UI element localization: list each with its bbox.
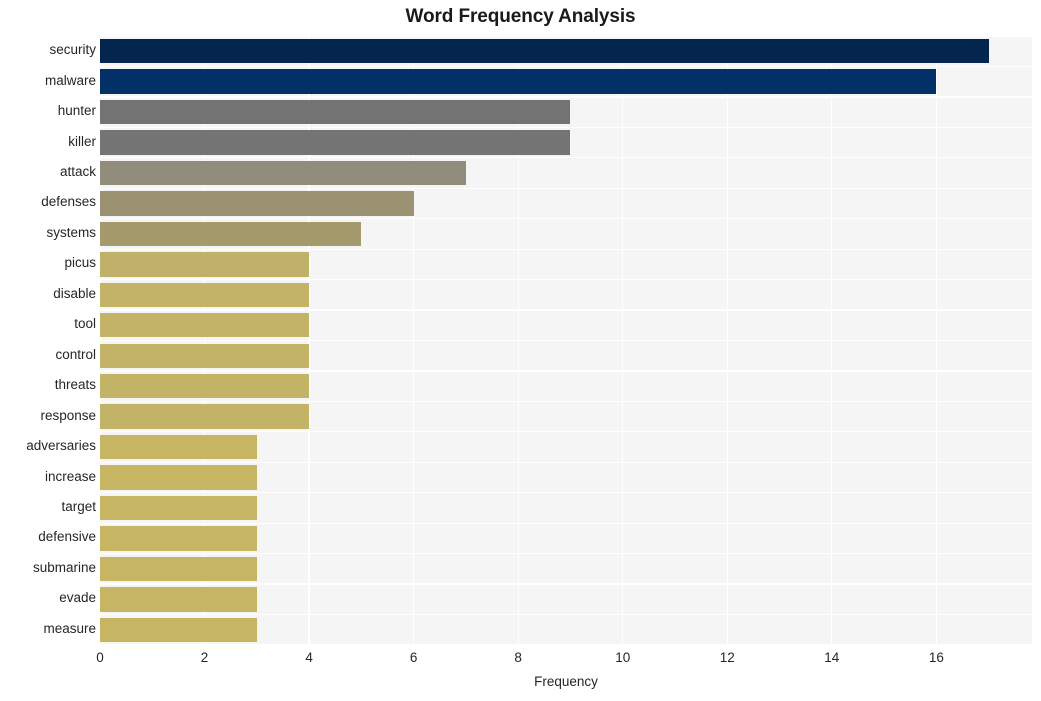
- bar: [100, 495, 257, 521]
- bar: [100, 556, 257, 582]
- bar: [100, 373, 310, 399]
- plot-area: [99, 35, 1032, 646]
- y-axis-label: tool: [74, 316, 96, 332]
- bar: [100, 282, 310, 307]
- bar: [100, 160, 466, 186]
- bar: [100, 69, 937, 94]
- y-axis-label: submarine: [32, 559, 96, 575]
- y-axis-label: increase: [44, 468, 96, 484]
- x-axis-tick-labels: 0 2 4 6 8 10 12 14 16: [0, 645, 1041, 671]
- chart-title: Word Frequency Analysis: [405, 6, 636, 27]
- y-axis-label: attack: [59, 164, 96, 180]
- bar: [100, 465, 257, 490]
- bar: [100, 130, 571, 155]
- x-axis-tick-label: 8: [514, 650, 522, 665]
- x-axis-tick-label: 16: [928, 650, 944, 665]
- bar: [100, 313, 310, 338]
- bar: [100, 617, 257, 642]
- y-axis-label: disable: [53, 285, 96, 301]
- y-axis-label: killer: [68, 133, 96, 149]
- x-axis-tick-label: 6: [409, 650, 418, 665]
- bar: [100, 587, 257, 612]
- y-axis-label: picus: [64, 255, 96, 271]
- x-axis-tick-label: 10: [615, 650, 631, 665]
- bar: [100, 404, 310, 429]
- x-axis-tick-label: 4: [305, 650, 313, 665]
- bar: [100, 221, 362, 247]
- y-axis-label: hunter: [57, 103, 96, 119]
- x-axis-tick-label: 12: [719, 650, 735, 665]
- y-axis-label: malware: [44, 72, 96, 88]
- y-axis-label: adversaries: [26, 438, 96, 454]
- y-axis-label: threats: [54, 377, 96, 393]
- bars-layer: [100, 36, 1032, 645]
- bar: [100, 526, 257, 551]
- bar: [100, 39, 989, 64]
- x-axis-title: Frequency: [534, 674, 598, 689]
- x-axis-tick-label: 2: [200, 650, 209, 665]
- y-axis-label: response: [40, 407, 96, 423]
- y-axis-label: defensive: [38, 529, 96, 545]
- x-axis-tick-label: 14: [824, 650, 840, 665]
- bar: [100, 252, 310, 277]
- bar: [100, 434, 257, 460]
- word-frequency-chart: Word Frequency Analysis security malware h…: [0, 0, 1041, 701]
- y-axis-label: control: [55, 346, 96, 362]
- bar: [100, 99, 571, 125]
- y-axis-label: security: [49, 42, 96, 58]
- y-axis-label: target: [61, 498, 96, 514]
- bar: [100, 191, 414, 216]
- y-axis-label: defenses: [41, 194, 96, 210]
- y-axis-label: measure: [43, 620, 96, 636]
- y-axis-category-labels: security malware hunter killer attack defense…: [0, 36, 96, 645]
- x-axis-tick-label: 0: [96, 650, 104, 665]
- y-axis-label: systems: [46, 224, 96, 240]
- bar: [100, 343, 310, 368]
- y-axis-label: evade: [59, 590, 96, 606]
